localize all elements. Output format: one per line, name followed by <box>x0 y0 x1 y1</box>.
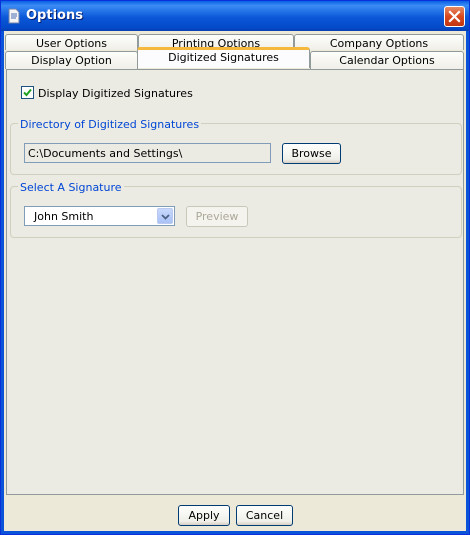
display-signatures-checkbox[interactable] <box>21 86 34 99</box>
document-icon <box>7 8 21 24</box>
checkmark-icon <box>23 88 32 97</box>
cancel-button[interactable]: Cancel <box>236 505 293 526</box>
tab-calendar-options[interactable]: Calendar Options <box>310 51 464 69</box>
window-title: Options <box>26 8 83 23</box>
signature-dropdown[interactable]: John Smith <box>24 206 175 226</box>
tab-label: Display Option <box>31 54 112 67</box>
apply-button[interactable]: Apply <box>178 505 230 526</box>
window-border-left <box>1 31 4 534</box>
display-signatures-label[interactable]: Display Digitized Signatures <box>38 87 193 100</box>
browse-button[interactable]: Browse <box>282 143 341 164</box>
cancel-label: Cancel <box>245 509 284 522</box>
directory-value: C:\Documents and Settings\ <box>28 147 183 160</box>
tab-label: Digitized Signatures <box>168 51 279 64</box>
window-border-bottom <box>1 531 469 534</box>
title-bar[interactable]: Options <box>1 1 469 31</box>
tab-company-options[interactable]: Company Options <box>294 34 464 50</box>
tab-label: Calendar Options <box>339 54 435 67</box>
preview-label: Preview <box>195 210 239 223</box>
options-dialog: Options User Options Printing Options Co… <box>0 0 470 535</box>
tab-label: User Options <box>35 37 107 50</box>
close-button[interactable] <box>444 6 465 27</box>
close-icon <box>448 10 461 23</box>
tab-label: Company Options <box>329 37 429 50</box>
browse-label: Browse <box>291 147 332 160</box>
preview-button[interactable]: Preview <box>186 206 248 227</box>
directory-field[interactable]: C:\Documents and Settings\ <box>24 143 271 163</box>
signature-selected: John Smith <box>34 210 94 223</box>
tab-digitized-signatures[interactable]: Digitized Signatures <box>137 47 310 68</box>
apply-label: Apply <box>188 509 220 522</box>
signature-group-title: Select A Signature <box>18 181 124 194</box>
directory-group-title: Directory of Digitized Signatures <box>18 118 202 131</box>
tab-user-options[interactable]: User Options <box>5 34 138 50</box>
dropdown-button[interactable] <box>157 208 173 224</box>
chevron-down-icon <box>161 214 170 220</box>
tab-display-option[interactable]: Display Option <box>5 51 138 69</box>
window-border-right <box>466 31 469 534</box>
